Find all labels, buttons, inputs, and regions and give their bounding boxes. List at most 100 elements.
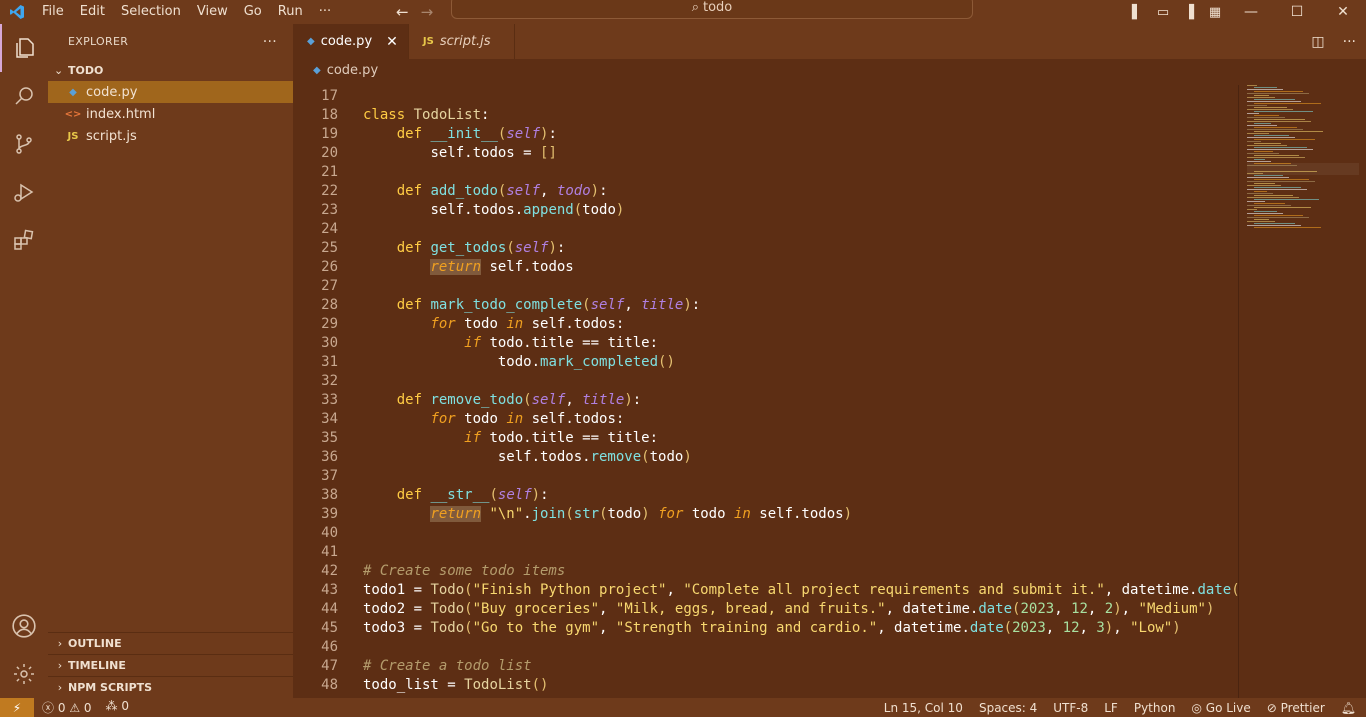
end-of-line[interactable]: LF: [1104, 701, 1118, 715]
go-live-button[interactable]: ◎ Go Live: [1191, 701, 1250, 715]
minimap-line: [1254, 227, 1321, 228]
minimap-line: [1247, 85, 1257, 86]
menu-more[interactable]: ···: [311, 5, 339, 19]
html-file-icon: <>: [64, 108, 82, 120]
customize-layout-icon[interactable]: ▦: [1202, 5, 1228, 20]
minimap-line: [1247, 109, 1293, 110]
close-tab-icon[interactable]: ✕: [386, 34, 398, 50]
minimap-line: [1247, 145, 1287, 146]
code-text: return "\n".join(str(todo) for todo in s…: [430, 506, 853, 522]
account-icon[interactable]: [0, 602, 48, 650]
minimap-line: [1254, 183, 1275, 184]
minimap-line: [1254, 191, 1267, 192]
file-item[interactable]: ◆ code.py: [48, 81, 293, 103]
close-window-icon[interactable]: ✕: [1320, 4, 1366, 20]
minimap-line: [1247, 161, 1271, 162]
maximize-icon[interactable]: ☐: [1274, 4, 1320, 20]
python-file-icon: ◆: [69, 86, 77, 98]
problems-indicator[interactable]: ⓧ 0 ⚠ 0: [42, 699, 92, 716]
code-line: 32: [293, 372, 338, 391]
source-control-icon[interactable]: [0, 120, 48, 168]
toggle-primary-sidebar-icon[interactable]: ▌: [1124, 5, 1150, 20]
notifications-bell-icon[interactable]: 🔔︎: [1341, 701, 1356, 715]
command-center-label: todo: [703, 0, 733, 15]
prettier-button[interactable]: ⊘ Prettier: [1267, 701, 1325, 715]
pane-npm-scripts[interactable]: › NPM SCRIPTS: [48, 676, 293, 698]
line-number: 37: [321, 468, 338, 484]
minimap-line: [1254, 143, 1281, 144]
language-mode[interactable]: Python: [1134, 701, 1176, 715]
encoding[interactable]: UTF-8: [1053, 701, 1088, 715]
code-text: if todo.title == title:: [464, 335, 659, 351]
minimap-line: [1254, 207, 1311, 208]
code-line: 21: [293, 163, 338, 182]
breadcrumb-file[interactable]: code.py: [327, 63, 378, 78]
more-actions-icon[interactable]: ···: [1343, 34, 1356, 50]
menu-edit[interactable]: Edit: [72, 5, 113, 19]
code-line: 22 def add_todo(self, todo):: [293, 182, 607, 201]
code-line: 19 def __init__(self):: [293, 125, 557, 144]
pane-npm-scripts-label: NPM SCRIPTS: [68, 681, 153, 694]
cursor-position[interactable]: Ln 15, Col 10: [884, 701, 963, 715]
line-number: 26: [321, 259, 338, 275]
line-number: 34: [321, 411, 338, 427]
minimize-icon[interactable]: —: [1228, 4, 1274, 20]
line-number: 23: [321, 202, 338, 218]
code-line: 29 for todo in self.todos:: [293, 315, 624, 334]
minimap-line: [1254, 171, 1317, 172]
vscode-logo-icon[interactable]: [0, 0, 34, 24]
code-text: todo2 = Todo("Buy groceries", "Milk, egg…: [363, 601, 1215, 617]
search-activity-icon[interactable]: [0, 72, 48, 120]
extensions-icon[interactable]: [0, 216, 48, 264]
minimap-line: [1254, 107, 1287, 108]
code-text: def remove_todo(self, title):: [396, 392, 642, 408]
split-editor-icon[interactable]: ◫: [1311, 34, 1324, 50]
menu-selection[interactable]: Selection: [113, 5, 189, 19]
chevron-down-icon: ⌄: [54, 63, 64, 77]
pane-timeline[interactable]: › TIMELINE: [48, 654, 293, 676]
minimap-line: [1254, 175, 1283, 176]
minimap-line: [1254, 163, 1291, 164]
explorer-more-actions[interactable]: ···: [263, 34, 277, 50]
code-editor[interactable]: 17 18 class TodoList: 19 def __init__(self)…: [293, 85, 1238, 698]
menu-view[interactable]: View: [189, 5, 236, 19]
file-item[interactable]: JS script.js: [48, 125, 293, 147]
minimap-line: [1254, 159, 1265, 160]
explorer-icon[interactable]: [0, 24, 48, 72]
menu-go[interactable]: Go: [236, 5, 270, 19]
line-number: 46: [321, 639, 338, 655]
code-line: 33 def remove_todo(self, title):: [293, 391, 641, 410]
toggle-panel-icon[interactable]: ▭: [1150, 5, 1176, 20]
pane-outline[interactable]: › OUTLINE: [48, 632, 293, 654]
js-file-icon: JS: [67, 130, 79, 142]
menu-run[interactable]: Run: [270, 5, 311, 19]
error-count: 0: [57, 701, 66, 715]
ports-indicator[interactable]: ⁂ 0: [106, 699, 129, 716]
forward-arrow-icon[interactable]: →: [421, 3, 434, 21]
line-number: 32: [321, 373, 338, 389]
minimap-line: [1247, 173, 1263, 174]
indentation[interactable]: Spaces: 4: [979, 701, 1037, 715]
minimap[interactable]: [1238, 85, 1366, 698]
code-line: 17: [293, 87, 338, 106]
back-arrow-icon[interactable]: ←: [396, 3, 409, 21]
minimap-line: [1247, 121, 1311, 122]
minimap-line: [1247, 185, 1281, 186]
remote-indicator-icon[interactable]: ⚡: [0, 698, 34, 717]
title-bar: File Edit Selection View Go Run ··· ← → …: [0, 0, 1366, 24]
run-debug-icon[interactable]: [0, 168, 48, 216]
menu-file[interactable]: File: [34, 5, 72, 19]
tab-script-js[interactable]: JS script.js: [409, 24, 515, 59]
folder-todo[interactable]: ⌄ TODO: [48, 59, 293, 81]
toggle-secondary-sidebar-icon[interactable]: ▐: [1176, 5, 1202, 20]
manage-gear-icon[interactable]: [0, 650, 48, 698]
line-number: 25: [321, 240, 338, 256]
line-number: 43: [321, 582, 338, 598]
minimap-line: [1254, 135, 1289, 136]
code-text: for todo in self.todos:: [430, 411, 625, 427]
file-item[interactable]: <> index.html: [48, 103, 293, 125]
code-text: def mark_todo_complete(self, title):: [396, 297, 701, 313]
command-center[interactable]: ⌕ todo: [451, 0, 973, 19]
tab-code-py[interactable]: ◆ code.py ✕: [293, 24, 409, 59]
code-line: 27: [293, 277, 338, 296]
